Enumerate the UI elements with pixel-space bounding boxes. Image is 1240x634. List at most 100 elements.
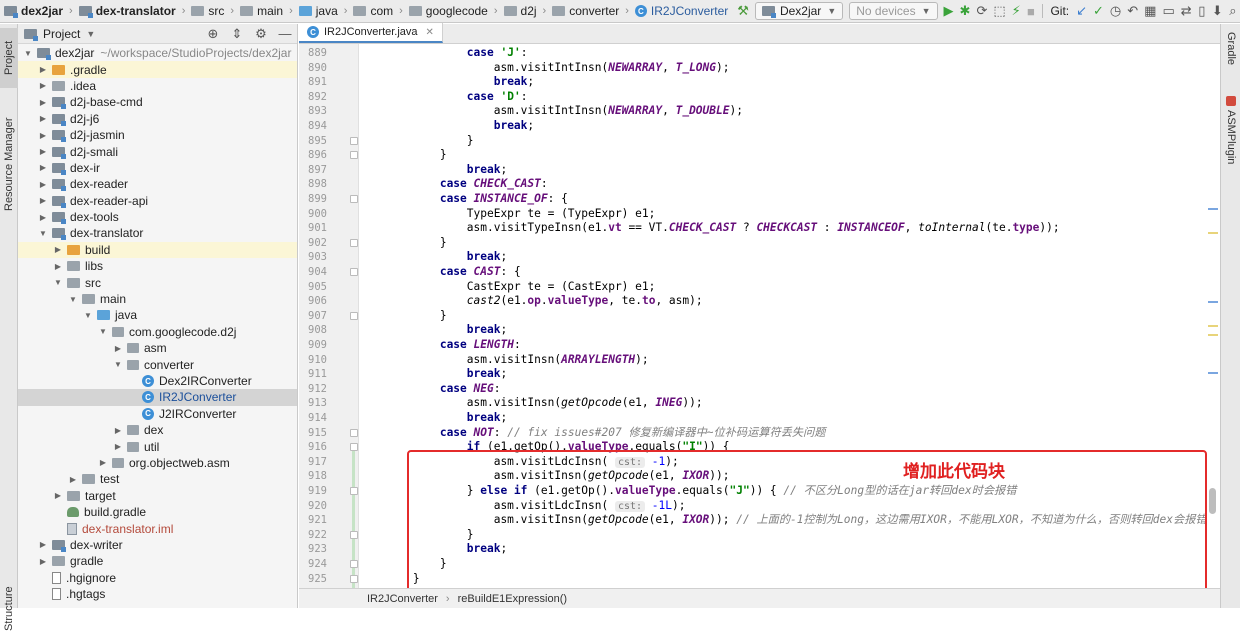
tree-item-build[interactable]: ▶build [18, 242, 297, 258]
expand-arrow-icon[interactable]: ▼ [112, 360, 124, 369]
tab-ir2jconverter[interactable]: C IR2JConverter.java ✕ [299, 23, 443, 43]
fold-marker-icon[interactable] [350, 487, 358, 495]
scroll-thumb[interactable] [1209, 488, 1216, 514]
tree-item-org-objectweb-asm[interactable]: ▶org.objectweb.asm [18, 455, 297, 471]
project-structure-icon[interactable]: ▦ [1144, 2, 1156, 20]
sync-gradle-icon[interactable]: ⇄ [1181, 2, 1192, 20]
git-rollback-icon[interactable]: ↶ [1127, 2, 1138, 20]
fold-marker-icon[interactable] [350, 151, 358, 159]
tree-item-libs[interactable]: ▶libs [18, 258, 297, 274]
fold-marker-icon[interactable] [350, 312, 358, 320]
breadcrumb-item[interactable]: CIR2JConverter [635, 4, 728, 18]
expand-arrow-icon[interactable]: ▼ [67, 295, 79, 304]
tree-item-j2irconverter[interactable]: CJ2IRConverter [18, 406, 297, 422]
hammer-build-icon[interactable]: ⚒ [737, 2, 749, 20]
collapse-arrow-icon[interactable]: ▶ [112, 442, 124, 451]
close-icon[interactable]: ✕ [426, 27, 434, 38]
tree-item-d2j-jasmin[interactable]: ▶d2j-jasmin [18, 127, 297, 143]
attach-debugger-icon[interactable]: ⬚ [993, 2, 1005, 20]
fold-marker-icon[interactable] [350, 137, 358, 145]
collapse-arrow-icon[interactable]: ▶ [37, 114, 49, 123]
expand-arrow-icon[interactable]: ▼ [82, 311, 94, 320]
gear-icon[interactable]: ⚙ [252, 25, 270, 43]
tree-item-java[interactable]: ▼java [18, 307, 297, 323]
tree-item-dex-translator-iml[interactable]: dex-translator.iml [18, 520, 297, 536]
breadcrumb-item[interactable]: converter› [552, 4, 629, 18]
terminal-icon[interactable]: ▭ [1162, 2, 1174, 20]
expand-arrow-icon[interactable]: ▼ [22, 49, 34, 58]
collapse-arrow-icon[interactable]: ▶ [37, 180, 49, 189]
collapse-arrow-icon[interactable]: ▶ [37, 131, 49, 140]
run-config-dropdown[interactable]: Dex2jar▼ [755, 2, 843, 20]
fold-marker-icon[interactable] [350, 429, 358, 437]
fold-marker-icon[interactable] [350, 531, 358, 539]
expand-arrow-icon[interactable]: ▼ [52, 278, 64, 287]
search-icon[interactable]: ⌕ [1229, 2, 1237, 20]
tree-item-dex-translator[interactable]: ▼dex-translator [18, 225, 297, 241]
collapse-arrow-icon[interactable]: ▶ [112, 344, 124, 353]
tree-item-converter[interactable]: ▼converter [18, 356, 297, 372]
tree-item-idea[interactable]: ▶.idea [18, 78, 297, 94]
status-class[interactable]: IR2JConverter [367, 593, 438, 605]
tree-item-gradle[interactable]: ▶.gradle [18, 61, 297, 77]
tree-item-main[interactable]: ▼main [18, 291, 297, 307]
tree-item-asm[interactable]: ▶asm [18, 340, 297, 356]
tree-item-src[interactable]: ▼src [18, 274, 297, 290]
status-method[interactable]: reBuildE1Expression() [458, 593, 567, 605]
collapse-arrow-icon[interactable]: ▶ [97, 458, 109, 467]
tree-item-com-googlecode-d2j[interactable]: ▼com.googlecode.d2j [18, 324, 297, 340]
scrollbar[interactable] [1206, 44, 1220, 589]
collapse-arrow-icon[interactable]: ▶ [37, 81, 49, 90]
chevron-down-icon[interactable]: ▼ [86, 29, 95, 39]
tab-asm-plugin[interactable]: ASMPlugin [1223, 96, 1239, 186]
tree-item-dex-tools[interactable]: ▶dex-tools [18, 209, 297, 225]
tab-gradle[interactable]: Gradle [1223, 32, 1239, 82]
fold-marker-icon[interactable] [350, 560, 358, 568]
fold-marker-icon[interactable] [350, 268, 358, 276]
tree-item-d2j-base-cmd[interactable]: ▶d2j-base-cmd [18, 94, 297, 110]
tree-item-dex-ir[interactable]: ▶dex-ir [18, 160, 297, 176]
tree-item-dex-reader-api[interactable]: ▶dex-reader-api [18, 193, 297, 209]
collapse-arrow-icon[interactable]: ▶ [37, 163, 49, 172]
tree-item-build-gradle[interactable]: build.gradle [18, 504, 297, 520]
tab-resource-manager[interactable]: Resource Manager [0, 116, 18, 212]
stop-icon[interactable]: ■ [1027, 2, 1035, 20]
collapse-arrow-icon[interactable]: ▶ [52, 262, 64, 271]
collapse-arrow-icon[interactable]: ▶ [37, 540, 49, 549]
apply-changes-icon[interactable]: ⚡ [1012, 2, 1021, 20]
breadcrumb-item[interactable]: googlecode› [409, 4, 498, 18]
sdk-manager-icon[interactable]: ⬇ [1212, 2, 1223, 20]
tree-item-hgtags[interactable]: .hgtags [18, 586, 297, 602]
tree-item-ir2jconverter[interactable]: CIR2JConverter [18, 389, 297, 405]
device-dropdown[interactable]: No devices▼ [849, 2, 937, 20]
git-history-icon[interactable]: ◷ [1110, 2, 1121, 20]
tree-item-dex-writer[interactable]: ▶dex-writer [18, 537, 297, 553]
tree-item-target[interactable]: ▶target [18, 488, 297, 504]
collapse-arrow-icon[interactable]: ▶ [37, 147, 49, 156]
debug-icon[interactable]: ✱ [960, 2, 971, 20]
hide-panel-icon[interactable]: — [276, 25, 294, 43]
collapse-arrow-icon[interactable]: ▶ [112, 426, 124, 435]
fold-marker-icon[interactable] [350, 443, 358, 451]
tab-project[interactable]: Project [0, 28, 18, 88]
fold-marker-icon[interactable] [350, 239, 358, 247]
breadcrumb-item[interactable]: com› [353, 4, 402, 18]
tree-item-test[interactable]: ▶test [18, 471, 297, 487]
fold-marker-icon[interactable] [350, 575, 358, 583]
breadcrumb-item[interactable]: main› [240, 4, 293, 18]
fold-marker-icon[interactable] [350, 195, 358, 203]
breadcrumb-item[interactable]: d2j› [504, 4, 547, 18]
tree-item-hgignore[interactable]: .hgignore [18, 570, 297, 586]
profile-icon[interactable]: ⟳ [976, 2, 987, 20]
collapse-arrow-icon[interactable]: ▶ [37, 196, 49, 205]
collapse-arrow-icon[interactable]: ▶ [67, 475, 79, 484]
expand-arrow-icon[interactable]: ▼ [97, 327, 109, 336]
collapse-arrow-icon[interactable]: ▶ [37, 213, 49, 222]
collapse-arrow-icon[interactable]: ▶ [37, 557, 49, 566]
tree-item-dex2irconverter[interactable]: CDex2IRConverter [18, 373, 297, 389]
avd-manager-icon[interactable]: ▯ [1198, 2, 1206, 20]
tree-item-dex-reader[interactable]: ▶dex-reader [18, 176, 297, 192]
tree-item-gradle[interactable]: ▶gradle [18, 553, 297, 569]
tab-structure[interactable]: Structure [0, 584, 18, 634]
git-commit-icon[interactable]: ✓ [1093, 2, 1104, 20]
